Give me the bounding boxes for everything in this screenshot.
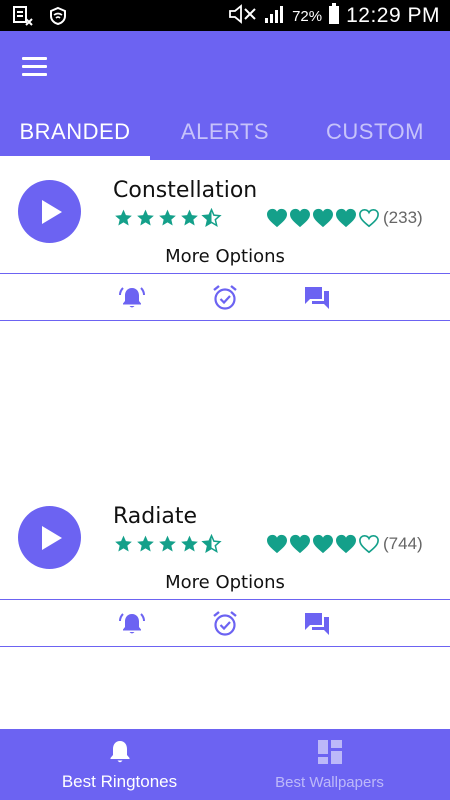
heart-icon (336, 534, 356, 554)
nav-best-wallpapers[interactable]: Best Wallpapers (217, 729, 442, 800)
heart-icon (290, 534, 310, 554)
more-options-button[interactable]: More Options (0, 572, 450, 593)
star-icon (181, 209, 198, 226)
half-star-icon (201, 534, 222, 554)
message-icon[interactable] (303, 284, 331, 312)
star-icon (115, 535, 132, 552)
heart-icon (290, 208, 310, 228)
mute-icon (228, 3, 258, 29)
nav-label: Best Wallpapers (275, 774, 384, 791)
nav-label: Best Ringtones (61, 772, 178, 791)
heart-icon (267, 208, 287, 228)
rating-count: (233) (383, 208, 423, 227)
rating-count: (744) (383, 534, 423, 553)
half-star-icon (201, 208, 222, 228)
grid-icon (317, 739, 343, 770)
star-rating (113, 534, 222, 554)
heart-rating: (744) (266, 534, 423, 554)
heart-icon (313, 534, 333, 554)
heart-rating: (233) (266, 208, 423, 228)
shield-icon (48, 6, 68, 31)
play-icon (42, 199, 62, 224)
play-icon (42, 525, 62, 550)
heart-outline-icon (359, 534, 379, 554)
star-icon (159, 209, 176, 226)
heart-icon (336, 208, 356, 228)
message-icon[interactable] (303, 610, 331, 638)
ringtone-card: Constellation (233) More Options (0, 160, 450, 322)
nav-best-ringtones[interactable]: Best Ringtones (7, 729, 232, 800)
ringtone-title: Constellation (113, 178, 258, 203)
tab-custom[interactable]: CUSTOM (300, 115, 450, 160)
alarm-bell-icon[interactable] (118, 284, 146, 312)
star-rating (113, 208, 222, 228)
star-icon (115, 209, 132, 226)
alarm-bell-icon[interactable] (118, 610, 146, 638)
tab-alerts[interactable]: ALERTS (150, 115, 300, 160)
status-bar: 72% 12:29 PM (0, 0, 450, 31)
ringtone-title: Radiate (113, 504, 198, 529)
tab-branded[interactable]: BRANDED (0, 115, 150, 160)
star-icon (137, 209, 154, 226)
hamburger-menu-icon[interactable] (16, 51, 54, 81)
alarm-clock-icon[interactable] (211, 284, 239, 312)
action-bar (0, 599, 450, 647)
star-icon (159, 535, 176, 552)
tab-bar: BRANDED ALERTS CUSTOM (0, 115, 450, 160)
bottom-navigation: Best Ringtones Best Wallpapers (0, 729, 450, 800)
play-button[interactable] (18, 180, 81, 243)
play-button[interactable] (18, 506, 81, 569)
heart-outline-icon (359, 208, 379, 228)
notification-icon (12, 5, 34, 32)
star-icon (137, 535, 154, 552)
action-bar (0, 273, 450, 321)
ringtone-card: Radiate (744) More Options (0, 486, 450, 648)
signal-icon (264, 4, 286, 29)
heart-icon (313, 208, 333, 228)
more-options-button[interactable]: More Options (0, 246, 450, 267)
star-icon (181, 535, 198, 552)
battery-icon (328, 2, 340, 30)
alarm-clock-icon[interactable] (211, 610, 239, 638)
battery-percent: 72% (292, 7, 323, 25)
heart-icon (267, 534, 287, 554)
clock: 12:29 PM (346, 4, 440, 27)
bell-icon (108, 739, 132, 770)
app-bar: BRANDED ALERTS CUSTOM (0, 31, 450, 160)
